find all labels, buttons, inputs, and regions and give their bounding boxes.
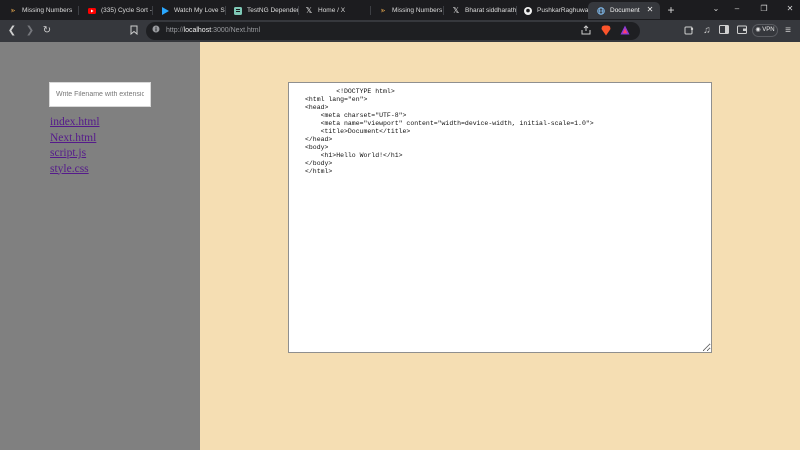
list-item: style.css	[50, 162, 100, 178]
close-icon[interactable]: ✕	[646, 6, 654, 14]
play-icon	[161, 6, 169, 15]
vpn-label: VPN	[762, 27, 775, 33]
forward-icon[interactable]: ❯	[24, 25, 36, 37]
github-icon	[524, 6, 532, 15]
vpn-button[interactable]: ◉ VPN	[752, 24, 778, 37]
caret-leaf-icon: ⪢	[381, 6, 385, 14]
page-viewport: index.html Next.html script.js style.css…	[0, 42, 800, 450]
editor-area: <!DOCTYPE html> <html lang="en"> <head> …	[200, 42, 800, 450]
new-tab-button[interactable]: +	[665, 3, 677, 17]
tab-testng[interactable]: TestNG Depender	[225, 2, 298, 19]
x-logo-icon: 𝕏	[452, 5, 460, 15]
file-link-index[interactable]: index.html	[50, 115, 100, 131]
back-icon[interactable]: ❮	[6, 25, 18, 37]
browser-toolbar: ❮ ❯ ↻ http://localhost:3000/Next.html ♫ …	[0, 20, 800, 42]
brave-shields-icon[interactable]	[600, 25, 612, 37]
x-logo-icon: 𝕏	[305, 5, 313, 15]
tab-bharat-siddharath[interactable]: 𝕏 Bharat siddharath	[443, 2, 516, 19]
youtube-icon	[88, 7, 96, 15]
address-bar[interactable]: http://localhost:3000/Next.html	[146, 22, 640, 40]
minimize-icon[interactable]: –	[730, 3, 744, 15]
tab-search-chevron-icon[interactable]: ⌄	[709, 3, 723, 15]
tab-home-x[interactable]: 𝕏 Home / X	[296, 2, 368, 19]
tab-label: Bharat siddharath	[465, 7, 516, 14]
tab-label: Missing Numbers	[392, 7, 443, 14]
globe-icon	[597, 6, 605, 15]
file-link-next[interactable]: Next.html	[50, 131, 100, 147]
url-host: localhost	[183, 27, 212, 34]
tab-document[interactable]: Document ✕	[588, 2, 660, 19]
list-item: index.html	[50, 115, 100, 131]
reload-icon[interactable]: ↻	[41, 25, 53, 37]
maximize-icon[interactable]: ❐	[757, 3, 771, 15]
sidebar-toggle-icon[interactable]	[718, 25, 730, 37]
url-text[interactable]: http://localhost:3000/Next.html	[166, 25, 260, 37]
tab-missing-numbers-2[interactable]: ⪢ Missing Numbers	[370, 2, 443, 19]
tab-label: Missing Numbers	[22, 7, 73, 14]
code-editor-textarea[interactable]: <!DOCTYPE html> <html lang="en"> <head> …	[288, 82, 712, 353]
brave-rewards-icon[interactable]	[619, 25, 631, 37]
tab-missing-numbers-1[interactable]: ⪢ Missing Numbers	[0, 2, 77, 19]
tab-label: Home / X	[318, 7, 346, 14]
bookmark-icon[interactable]	[128, 25, 140, 37]
wallet-icon[interactable]	[736, 25, 748, 37]
url-path: :3000/Next.html	[211, 27, 261, 34]
tab-github-pushkar[interactable]: PushkarRaghuwa	[515, 2, 588, 19]
tab-label: (335) Cycle Sort -	[101, 7, 152, 14]
file-link-script[interactable]: script.js	[50, 146, 100, 162]
window-close-icon[interactable]: ✕	[783, 3, 797, 15]
tab-label: Watch My Love S	[174, 7, 225, 14]
tab-label: TestNG Depender	[247, 7, 298, 14]
share-icon[interactable]	[580, 25, 592, 37]
tab-cycle-sort[interactable]: (335) Cycle Sort -	[79, 2, 152, 19]
media-icon[interactable]: ♫	[701, 25, 713, 37]
menu-icon[interactable]: ≡	[782, 25, 794, 37]
file-link-style[interactable]: style.css	[50, 162, 100, 178]
caret-leaf-icon: ⪢	[11, 6, 15, 14]
file-sidebar: index.html Next.html script.js style.css	[0, 42, 200, 450]
extensions-icon[interactable]	[683, 25, 695, 37]
filename-input[interactable]	[49, 82, 151, 107]
list-item: script.js	[50, 146, 100, 162]
tab-label: Document	[610, 7, 640, 14]
document-icon	[234, 6, 242, 15]
tab-strip: ⪢ Missing Numbers (335) Cycle Sort - Wat…	[0, 0, 800, 20]
file-list: index.html Next.html script.js style.css	[50, 115, 100, 177]
list-item: Next.html	[50, 131, 100, 147]
vpn-shield-icon: ◉	[755, 27, 761, 33]
tab-label: PushkarRaghuwa	[537, 7, 588, 14]
url-scheme: http://	[166, 27, 184, 34]
tab-watch-my-love[interactable]: Watch My Love S	[152, 2, 225, 19]
site-info-icon[interactable]	[151, 25, 161, 37]
